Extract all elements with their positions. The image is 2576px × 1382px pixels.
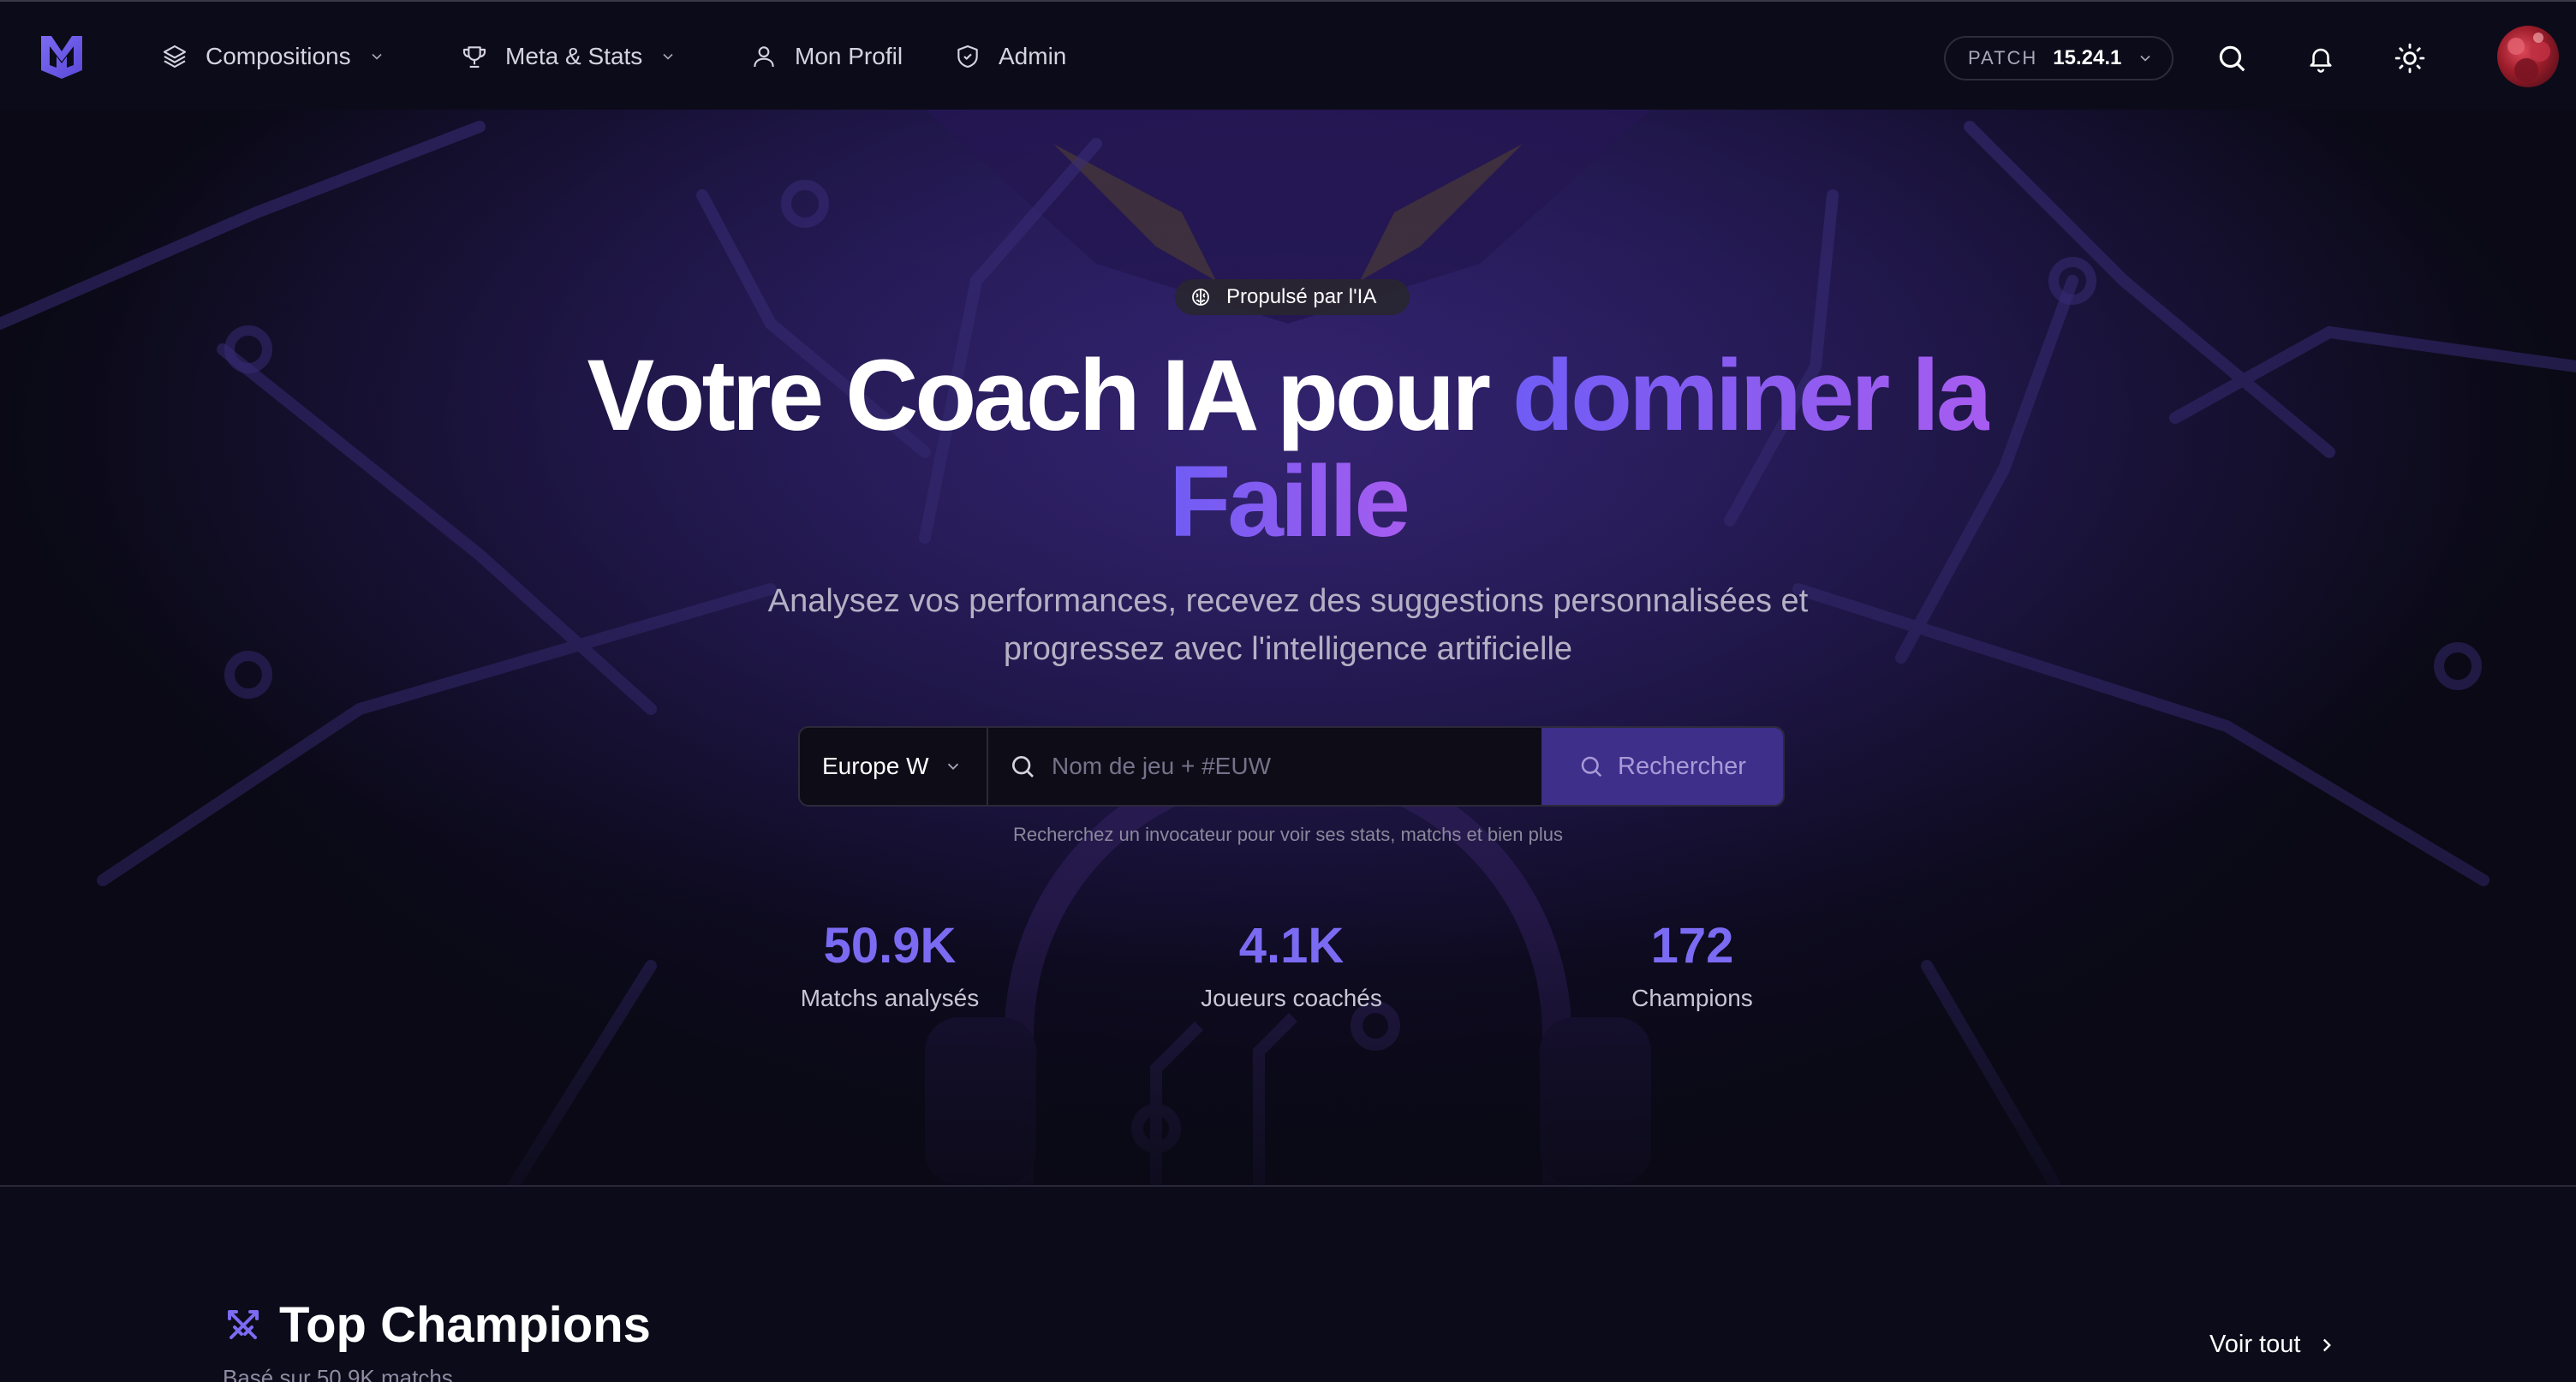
layers-icon [163,45,187,69]
search-button[interactable] [2213,39,2251,77]
brain-icon [1192,289,1209,306]
shield-icon [957,45,978,69]
region-select-value: Europe W [822,753,929,779]
patch-label: PATCH [1968,47,2038,69]
section-subtitle: Basé sur 50.9K matchs [223,1365,453,1382]
hero-title-accent-2: Faille [1169,445,1410,558]
nav-mon-profil[interactable]: Mon Profil [750,39,903,74]
nav-compositions[interactable]: Compositions [161,39,385,74]
hero-title: Votre Coach IA pour dominer la Faille [0,343,2576,555]
stat-players-coached: 4.1K Joueurs coachés [1112,916,1471,1012]
notifications-button[interactable] [2302,39,2340,77]
stat-value: 4.1K [1238,918,1345,974]
badge-label: Propulsé par l'IA [1226,285,1377,308]
chevron-down-icon [2140,55,2150,62]
summoner-search-bar: Europe W Rechercher [798,726,1785,807]
nav-meta-stats[interactable]: Meta & Stats [461,39,677,74]
search-submit-label: Rechercher [1618,752,1746,780]
hero-section: Propulsé par l'IA Votre Coach IA pour do… [0,110,2576,1185]
summoner-search-input[interactable] [1052,753,1531,780]
trophy-icon [462,46,486,69]
section-title: Top Champions [223,1296,651,1354]
nav-admin[interactable]: Admin [954,39,1066,74]
search-hint: Recherchez un invocateur pour voir ses s… [1013,824,1563,845]
hero-title-accent-1: dominer la [1512,339,1993,452]
search-icon [2219,45,2245,72]
top-navbar: Compositions Meta & Stats Mon Profil Adm… [0,0,2576,110]
search-icon [1581,756,1602,777]
hero-subtitle: Analysez vos performances, recevez des s… [767,583,1809,667]
summoner-search-field[interactable] [988,728,1541,805]
sun-icon [2394,43,2425,74]
patch-value: 15.24.1 [2053,46,2122,69]
search-submit-button[interactable]: Rechercher [1541,728,1783,805]
stat-label: Joueurs coachés [1201,985,1382,1011]
see-all-link[interactable]: Voir tout [2209,1331,2338,1359]
stat-label: Matchs analysés [800,985,980,1011]
stat-value: 172 [1650,918,1734,974]
crossed-swords-icon [228,1309,259,1339]
stat-matches-analyzed: 50.9K Matchs analysés [710,916,1070,1012]
chevron-down-icon [372,53,382,60]
theme-toggle-button[interactable] [2391,39,2429,77]
nav-compositions-label: Compositions [206,43,351,69]
region-select[interactable]: Europe W [800,728,988,805]
nav-mon-profil-label: Mon Profil [795,43,903,69]
search-icon [1012,756,1034,777]
see-all-label: Voir tout [2209,1331,2301,1358]
nav-meta-stats-label: Meta & Stats [505,43,643,69]
chevron-down-icon [947,763,959,771]
stat-value: 50.9K [823,918,957,974]
chevron-right-icon [2323,1338,2332,1351]
patch-selector[interactable]: PATCH 15.24.1 [1944,36,2174,80]
user-icon [754,46,774,68]
user-avatar[interactable] [2497,26,2559,87]
bell-icon [2310,48,2332,73]
stat-champions: 172 Champions [1512,916,1872,1012]
section-title-label: Top Champions [279,1297,651,1353]
hero-title-plain: Votre Coach IA pour [587,339,1512,452]
app-logo-icon[interactable] [39,33,84,80]
stat-label: Champions [1631,985,1753,1011]
chevron-down-icon [663,53,673,60]
nav-admin-label: Admin [999,43,1067,69]
ai-powered-badge: Propulsé par l'IA [1175,279,1410,315]
